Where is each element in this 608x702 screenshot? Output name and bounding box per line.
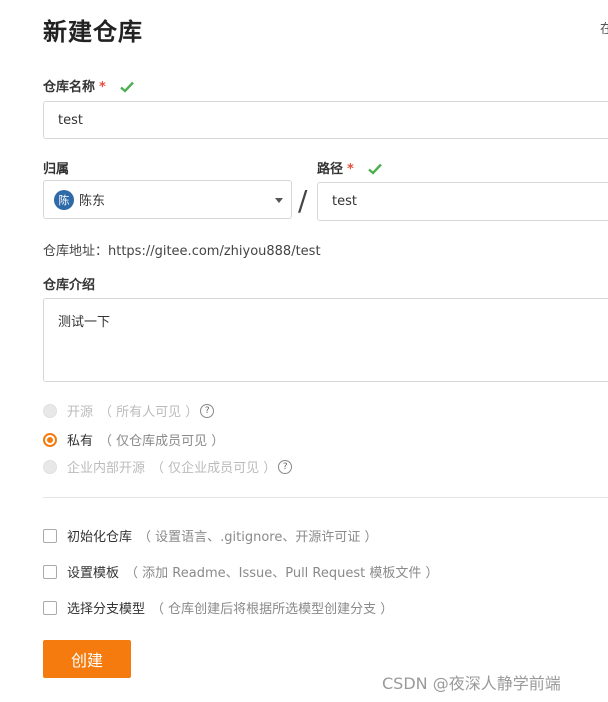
radio-circle bbox=[43, 403, 57, 418]
radio-circle-checked bbox=[43, 432, 57, 447]
checkbox-box[interactable] bbox=[43, 564, 57, 579]
required-mark: * bbox=[347, 162, 354, 177]
check-icon bbox=[120, 81, 135, 97]
divider bbox=[43, 497, 608, 498]
owner-select[interactable]: 陈 陈东 bbox=[43, 180, 292, 219]
checkbox-init-repo[interactable]: 初始化仓库 （ 设置语言、.gitignore、开源许可证 ） bbox=[43, 526, 378, 545]
help-icon[interactable]: ? bbox=[278, 459, 293, 474]
radio-private[interactable]: 私有 （ 仅仓库成员可见 ） bbox=[43, 430, 224, 449]
intro-label: 仓库介绍 bbox=[43, 278, 96, 293]
required-mark: * bbox=[99, 80, 106, 95]
radio-enterprise[interactable]: 企业内部开源 （ 仅企业成员可见 ） ? bbox=[43, 457, 293, 476]
checkbox-branch-model[interactable]: 选择分支模型 （ 仓库创建后将根据所选模型创建分支 ） bbox=[43, 598, 393, 617]
caret-down-icon bbox=[275, 198, 283, 203]
owner-name: 陈东 bbox=[79, 194, 106, 209]
intro-textarea[interactable]: 测试一下 bbox=[43, 298, 608, 382]
avatar: 陈 bbox=[54, 189, 74, 210]
path-input[interactable]: test bbox=[317, 182, 608, 221]
radio-public[interactable]: 开源 （ 所有人可见 ） ? bbox=[43, 401, 215, 420]
path-label: 路径 * bbox=[317, 158, 383, 179]
checkbox-box[interactable] bbox=[43, 600, 57, 615]
repo-name-input[interactable]: test bbox=[43, 101, 608, 139]
path-separator: / bbox=[298, 184, 308, 217]
radio-circle bbox=[43, 459, 57, 474]
repo-name-label: 仓库名称 * bbox=[43, 76, 135, 97]
repo-address: 仓库地址：https://gitee.com/zhiyou888/test bbox=[43, 244, 321, 259]
check-icon bbox=[368, 163, 383, 179]
checkbox-template[interactable]: 设置模板 （ 添加 Readme、Issue、Pull Request 模板文件… bbox=[43, 562, 439, 581]
page-title: 新建仓库 bbox=[43, 18, 143, 46]
header-link-partial[interactable]: 在 bbox=[600, 18, 608, 37]
create-button[interactable]: 创建 bbox=[43, 640, 131, 678]
watermark: CSDN @夜深人静学前端 bbox=[382, 674, 561, 693]
owner-label: 归属 bbox=[43, 162, 70, 177]
checkbox-box[interactable] bbox=[43, 528, 57, 543]
help-icon[interactable]: ? bbox=[200, 403, 215, 418]
